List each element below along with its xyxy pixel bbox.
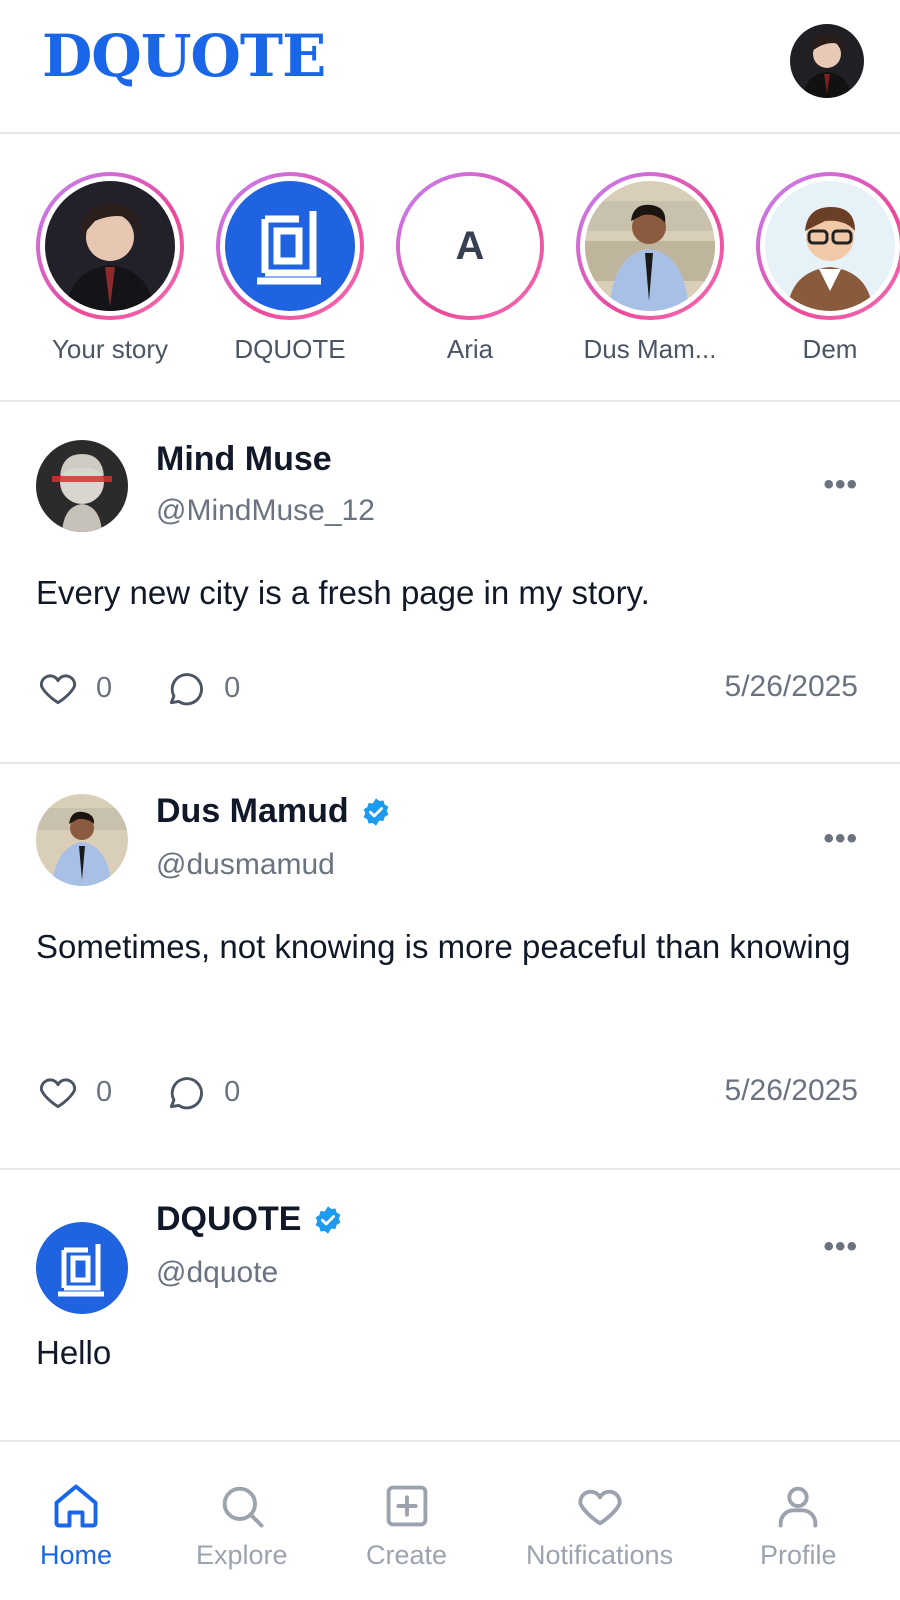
comment-button[interactable]: 0: [164, 666, 240, 710]
verified-badge-icon: [363, 797, 389, 826]
nav-explore[interactable]: Explore: [196, 1480, 288, 1571]
post-author-handle[interactable]: @dusmamud: [156, 848, 335, 882]
nav-notifications[interactable]: Notifications: [526, 1480, 673, 1571]
anime-portrait-avatar: [45, 181, 175, 311]
post-card: DQUOTE @dquote ••• Hello: [0, 1172, 900, 1440]
comment-count: 0: [224, 671, 241, 704]
post-author-avatar[interactable]: [36, 440, 128, 532]
post-actions: 0 0: [36, 1070, 292, 1114]
nav-label: Notifications: [526, 1540, 674, 1570]
post-author-name[interactable]: DQUOTE: [156, 1200, 343, 1239]
post-author-name[interactable]: Dus Mamud: [156, 792, 391, 831]
post-author-name[interactable]: Mind Muse: [156, 440, 332, 479]
letter-avatar: A: [400, 176, 540, 316]
profile-avatar-button[interactable]: [790, 24, 864, 98]
story-label: DQUOTE: [234, 334, 346, 364]
post-author-avatar[interactable]: [36, 794, 128, 886]
post-text: Hello: [36, 1334, 112, 1371]
stories-bar: Your story DQUOTE A Aria Dus Mam... Dem: [0, 136, 900, 402]
like-button[interactable]: 0: [36, 666, 112, 710]
dquote-logo-icon: [36, 1222, 128, 1314]
comment-icon: [170, 1077, 204, 1110]
like-button[interactable]: 0: [36, 1070, 112, 1114]
photo-man-avatar: [585, 181, 715, 311]
post-date: 5/26/2025: [724, 670, 858, 703]
post-text: Every new city is a fresh page in my sto…: [36, 574, 650, 611]
story-label: Dus Mam...: [583, 334, 717, 364]
story-label: Dem: [802, 334, 858, 364]
cartoon-man-avatar: [765, 181, 895, 311]
post-card: Mind Muse @MindMuse_12 ••• Every new cit…: [0, 404, 900, 764]
nav-home[interactable]: Home: [40, 1480, 112, 1571]
post-card: Dus Mamud @dusmamud ••• Sometimes, not k…: [0, 764, 900, 1170]
post-author-avatar[interactable]: [36, 1222, 128, 1314]
top-bar: DQUOTE: [0, 0, 900, 134]
bottom-nav: Home Explore Create Notifications Profil…: [0, 1440, 900, 1600]
nav-label: Create: [366, 1540, 448, 1570]
heart-icon: [39, 674, 77, 705]
heart-icon: [577, 1489, 622, 1526]
post-date: 5/26/2025: [724, 1074, 858, 1107]
nav-label: Home: [40, 1540, 113, 1570]
user-icon: [778, 1486, 818, 1528]
comment-button[interactable]: 0: [164, 1070, 240, 1114]
post-actions: 0 0: [36, 666, 292, 710]
more-options-icon[interactable]: •••: [823, 822, 858, 856]
heart-icon: [39, 1078, 77, 1109]
story-aria[interactable]: A Aria: [396, 172, 544, 365]
dquote-logo-avatar: [225, 181, 355, 311]
nav-create[interactable]: Create: [366, 1480, 447, 1571]
app-root: DQUOTE Your story DQUOTE A Aria Dus Mam.…: [0, 0, 900, 1600]
comment-count: 0: [224, 1075, 241, 1108]
plus-square-icon: [386, 1485, 427, 1527]
post-author-handle[interactable]: @dquote: [156, 1256, 278, 1290]
home-icon: [54, 1484, 98, 1528]
like-count: 0: [96, 671, 113, 704]
search-icon: [222, 1486, 264, 1528]
post-author-handle[interactable]: @MindMuse_12: [156, 494, 375, 528]
nav-profile[interactable]: Profile: [760, 1480, 837, 1571]
nav-label: Profile: [760, 1540, 837, 1570]
verified-badge-icon: [316, 1205, 341, 1234]
app-logo[interactable]: DQUOTE: [42, 22, 326, 90]
story-label: Aria: [446, 334, 494, 364]
story-your-story[interactable]: Your story: [36, 172, 184, 365]
more-options-icon[interactable]: •••: [823, 468, 858, 502]
user-avatar-icon: [790, 24, 864, 98]
post-text: Sometimes, not knowing is more peaceful …: [36, 928, 851, 965]
nav-label: Explore: [196, 1540, 288, 1570]
story-dem[interactable]: Dem: [756, 172, 900, 365]
like-count: 0: [96, 1075, 113, 1108]
story-dus-mamud[interactable]: Dus Mam...: [576, 172, 724, 365]
comment-icon: [170, 673, 204, 706]
story-dquote[interactable]: DQUOTE: [216, 172, 364, 365]
story-label: Your story: [51, 334, 169, 364]
more-options-icon[interactable]: •••: [823, 1230, 858, 1264]
